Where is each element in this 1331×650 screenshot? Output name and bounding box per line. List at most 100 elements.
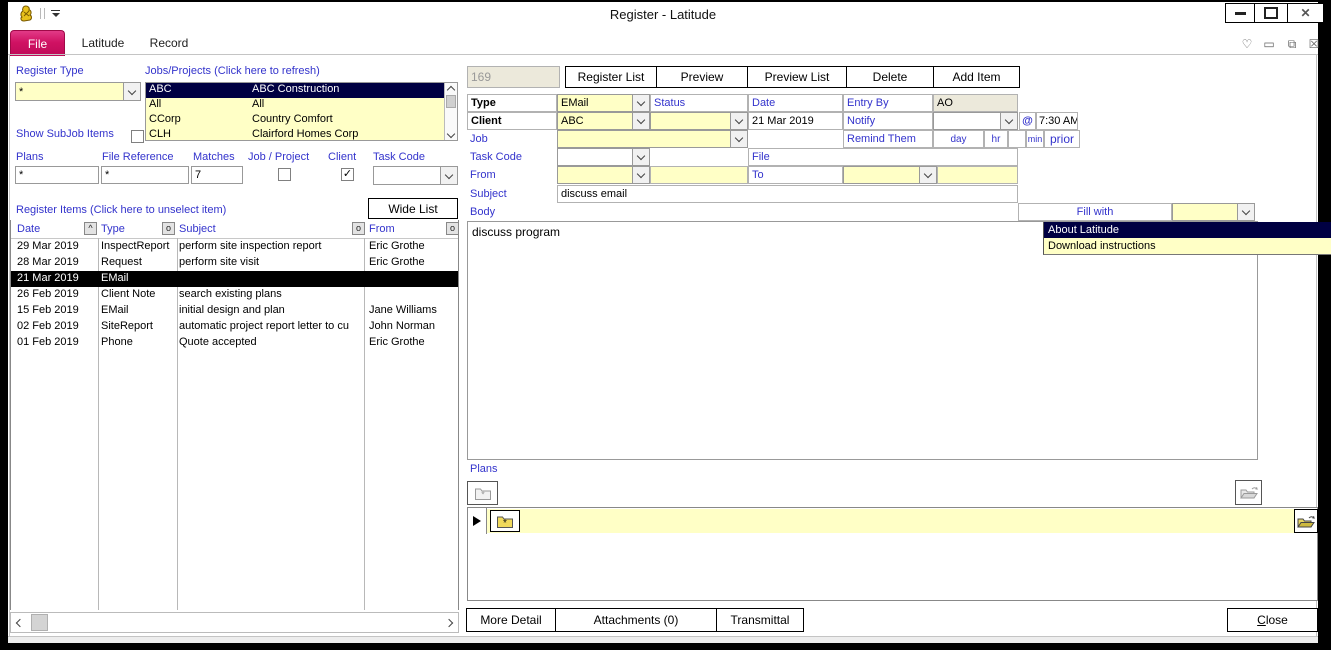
plans-row-selector[interactable] <box>468 508 487 534</box>
record-number-field[interactable]: 169 <box>467 66 560 88</box>
chevron-down-icon[interactable] <box>1237 204 1254 220</box>
preview-button[interactable]: Preview <box>656 66 748 88</box>
window-maximize-button[interactable] <box>1254 3 1288 23</box>
table-horizontal-scrollbar[interactable] <box>10 612 459 633</box>
chevron-down-icon[interactable] <box>632 167 649 183</box>
window-minimize-button[interactable] <box>1225 3 1255 23</box>
plans-open-button-disabled[interactable] <box>1235 480 1262 505</box>
date-value[interactable]: 21 Mar 2019 <box>748 112 843 130</box>
table-row-selected[interactable]: 21 Mar 2019 EMail <box>11 271 458 287</box>
notify-combo[interactable] <box>933 112 1018 130</box>
attachments-button[interactable]: Attachments (0) <box>555 608 717 632</box>
jobs-list-item[interactable]: CLH Clairford Homes Corp <box>146 128 457 141</box>
sort-button[interactable]: o <box>162 222 175 235</box>
chevron-down-icon[interactable] <box>632 113 649 129</box>
plans-grid[interactable]: * <box>467 507 1318 601</box>
table-row[interactable]: 29 Mar 2019 InspectReport perform site i… <box>11 239 458 255</box>
task-code-combo[interactable] <box>557 148 650 166</box>
scrollbar-thumb[interactable] <box>31 614 48 631</box>
wide-list-button[interactable]: Wide List <box>368 198 458 219</box>
chevron-down-icon[interactable] <box>1000 113 1017 129</box>
chevron-down-icon[interactable] <box>730 113 747 129</box>
register-type-combo[interactable]: * <box>15 82 141 101</box>
remind-day-cell[interactable]: day <box>933 130 984 148</box>
preview-list-button[interactable]: Preview List <box>747 66 847 88</box>
file-reference-input[interactable]: * <box>101 166 189 184</box>
jobs-list-item[interactable]: CCorp Country Comfort <box>146 113 457 128</box>
table-row[interactable]: 26 Feb 2019 Client Note search existing … <box>11 287 458 303</box>
remind-min-cell[interactable]: min <box>1026 130 1044 148</box>
plans-filter-input[interactable]: * <box>15 166 99 184</box>
column-header-type[interactable]: Type <box>101 223 125 235</box>
type-combo[interactable]: EMail <box>557 94 650 112</box>
plans-new-button[interactable]: * <box>467 481 498 505</box>
matches-input[interactable]: 7 <box>191 166 243 184</box>
scroll-down-icon[interactable] <box>445 129 457 140</box>
more-detail-button[interactable]: More Detail <box>466 608 556 632</box>
chevron-down-icon[interactable] <box>440 167 457 184</box>
sort-button[interactable]: o <box>352 222 365 235</box>
chevron-down-icon[interactable] <box>919 167 936 183</box>
fill-with-dropdown-list[interactable]: About Latitude Download instructions <box>1043 222 1331 255</box>
scroll-up-icon[interactable] <box>445 83 457 94</box>
from-extra-field[interactable] <box>650 166 748 184</box>
table-row[interactable]: 01 Feb 2019 Phone Quote accepted Eric Gr… <box>11 335 458 351</box>
delete-button[interactable]: Delete <box>846 66 934 88</box>
client-combo[interactable]: ABC <box>557 112 650 130</box>
child-close-icon[interactable]: ☒ <box>1305 36 1323 52</box>
remind-empty-cell[interactable] <box>1008 130 1026 148</box>
plans-row-open-button[interactable] <box>1294 509 1318 533</box>
body-textarea[interactable]: discuss program <box>467 221 1258 460</box>
chevron-down-icon[interactable] <box>632 149 649 165</box>
sort-button[interactable]: o <box>446 222 459 235</box>
transmittal-button[interactable]: Transmittal <box>716 608 804 632</box>
register-items-table[interactable]: Date ^ Type o Subject o From o 29 Mar 20… <box>10 220 459 610</box>
tab-record[interactable]: Record <box>143 30 195 55</box>
to-extra-field[interactable] <box>937 166 1018 184</box>
heart-icon[interactable]: ♡ <box>1238 36 1256 52</box>
table-row[interactable]: 15 Feb 2019 EMail initial design and pla… <box>11 303 458 319</box>
chevron-down-icon[interactable] <box>730 131 747 147</box>
child-minimize-icon[interactable]: ▭ <box>1260 36 1278 52</box>
jobs-list-item[interactable]: All All <box>146 98 457 113</box>
jobs-projects-list[interactable]: ABC ABC Construction All All CCorp Count… <box>145 82 458 141</box>
fill-with-combo[interactable] <box>1172 203 1255 221</box>
jobs-list-item[interactable]: ABC ABC Construction <box>146 83 457 98</box>
scroll-left-icon[interactable] <box>11 613 29 632</box>
task-code-filter-combo[interactable] <box>373 166 458 185</box>
dropdown-option-highlighted[interactable]: About Latitude <box>1044 222 1331 238</box>
tab-file[interactable]: File <box>10 30 65 56</box>
jobs-list-scrollbar[interactable] <box>444 83 457 140</box>
column-header-from[interactable]: From <box>369 223 395 235</box>
table-row[interactable]: 28 Mar 2019 Request perform site visit E… <box>11 255 458 271</box>
table-row[interactable]: 02 Feb 2019 SiteReport automatic project… <box>11 319 458 335</box>
job-combo[interactable] <box>557 130 748 148</box>
to-combo[interactable] <box>843 166 937 184</box>
client-checkbox[interactable]: ✓ <box>341 168 354 181</box>
notify-time-field[interactable]: 7:30 AM <box>1036 112 1078 130</box>
jobs-projects-refresh-label[interactable]: Jobs/Projects (Click here to refresh) <box>145 65 320 77</box>
scrollbar-thumb[interactable] <box>446 95 456 108</box>
window-close-button[interactable]: ✕ <box>1287 3 1324 23</box>
chevron-down-icon[interactable] <box>632 95 649 111</box>
remind-hr-cell[interactable]: hr <box>984 130 1008 148</box>
scroll-right-icon[interactable] <box>440 613 458 632</box>
register-list-button[interactable]: Register List <box>565 66 657 88</box>
child-restore-icon[interactable]: ⧉ <box>1283 36 1301 52</box>
add-item-button[interactable]: Add Item <box>933 66 1020 88</box>
plans-row-field[interactable] <box>487 509 1294 533</box>
status-combo[interactable] <box>650 112 748 130</box>
register-items-unselect-label[interactable]: Register Items (Click here to unselect i… <box>16 204 226 216</box>
job-project-checkbox[interactable] <box>278 168 291 181</box>
chevron-down-icon[interactable] <box>123 83 140 100</box>
dropdown-option[interactable]: Download instructions <box>1044 238 1331 254</box>
tab-latitude[interactable]: Latitude <box>74 30 132 55</box>
subject-field[interactable]: discuss email <box>557 185 1018 203</box>
sort-asc-button[interactable]: ^ <box>84 222 97 235</box>
plans-row-new-button[interactable]: * <box>490 510 520 532</box>
column-header-date[interactable]: Date <box>17 223 40 235</box>
close-button[interactable]: Close <box>1227 608 1318 632</box>
from-combo[interactable] <box>557 166 650 184</box>
show-subjob-checkbox[interactable] <box>131 130 144 143</box>
column-header-subject[interactable]: Subject <box>179 223 216 235</box>
